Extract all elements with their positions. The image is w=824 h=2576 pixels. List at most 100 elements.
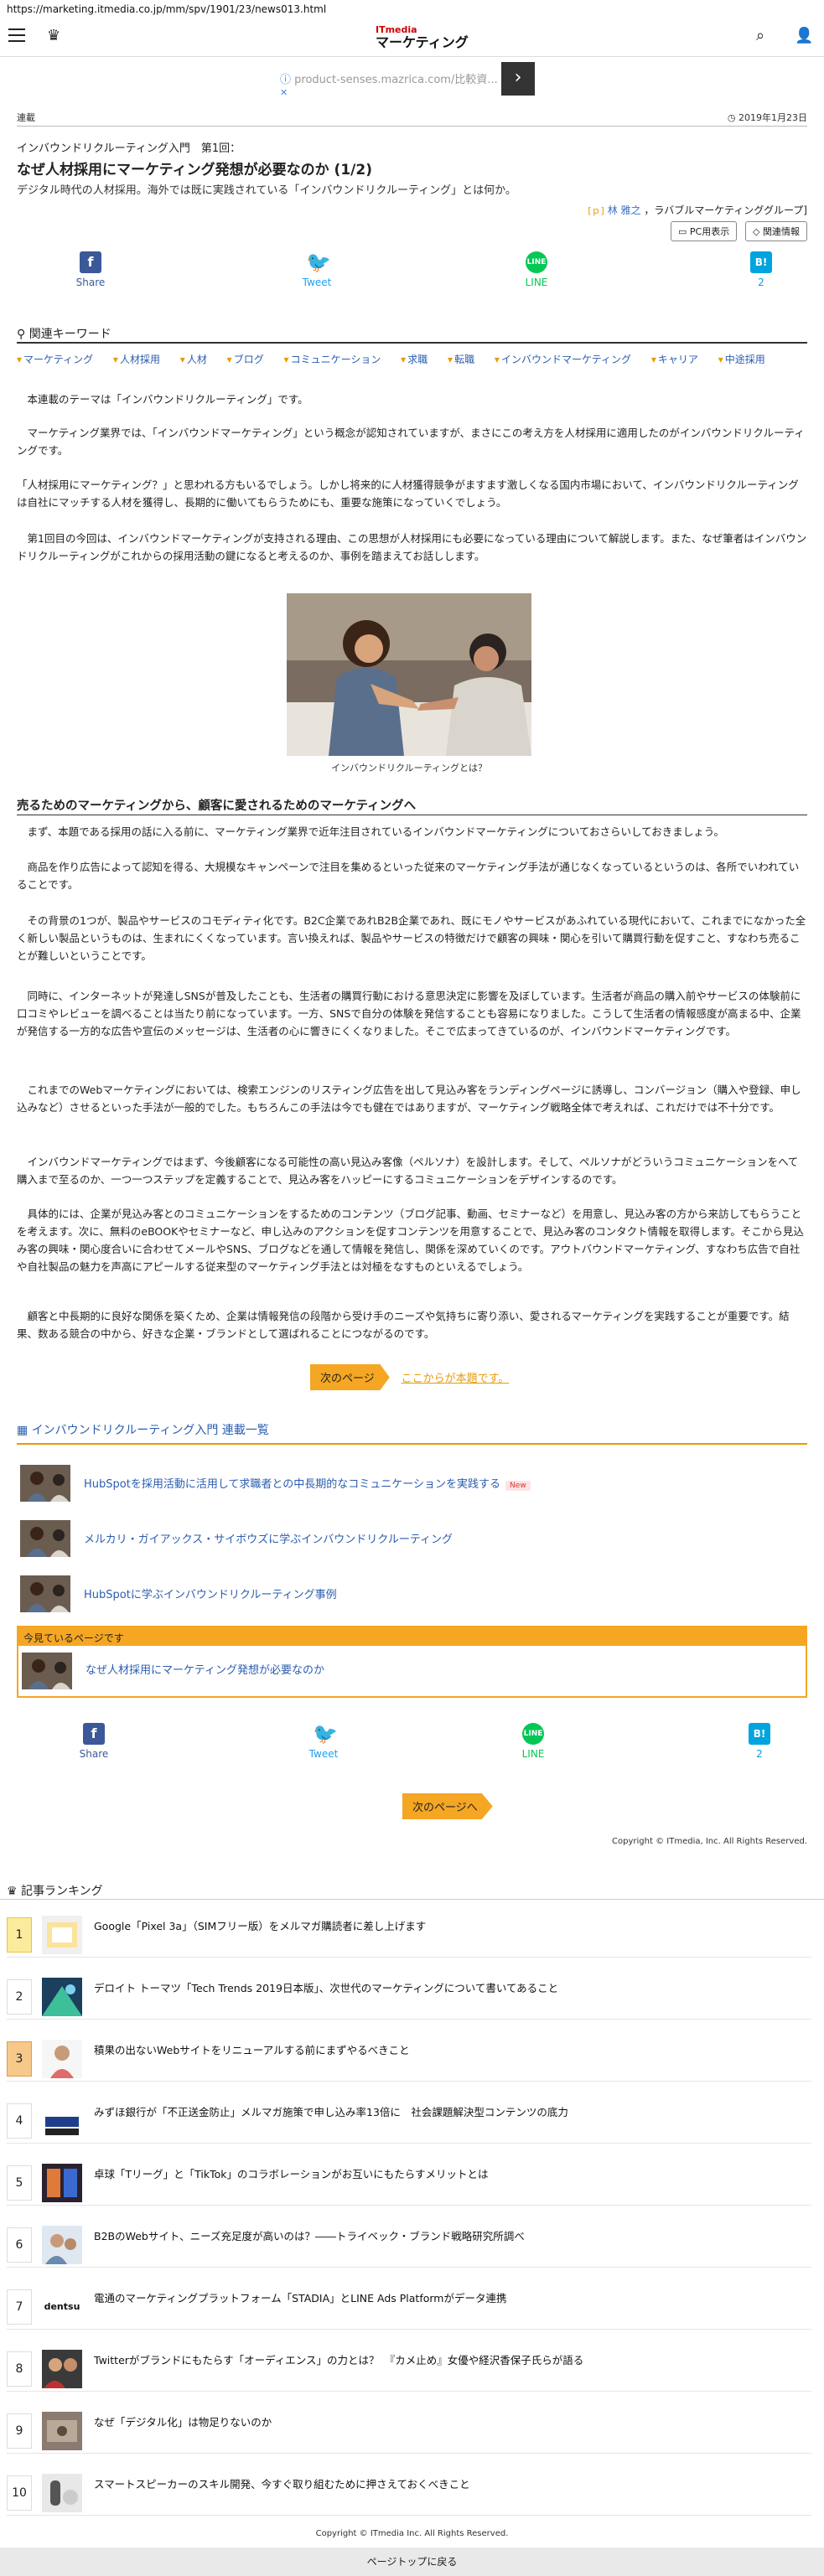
- keyword-link[interactable]: ▾ 人材採用: [113, 354, 168, 365]
- series-thumbnail: [20, 1575, 70, 1612]
- back-to-top-button[interactable]: ページトップに戻る: [0, 2548, 824, 2576]
- hatena-count: 2: [756, 1748, 763, 1760]
- keyword-link[interactable]: ▾ 人材: [180, 354, 215, 365]
- line-share[interactable]: LINE LINE: [500, 1723, 567, 1760]
- crown-icon: ♛: [7, 1885, 18, 1898]
- author-name[interactable]: 林 雅之: [608, 204, 641, 216]
- keyword-text: 求職: [407, 354, 428, 365]
- rank-title[interactable]: B2BのWebサイト、ニーズ充足度が高いのは？――トライベック・ブランド戦略研究…: [94, 2227, 798, 2243]
- keyword-link[interactable]: ▾ コミュニケーション: [284, 354, 390, 365]
- rank-title[interactable]: なぜ「デジタル化」は物足りないのか: [94, 2413, 798, 2429]
- twitter-share[interactable]: 🐦 Tweet: [290, 1723, 357, 1760]
- dentsu-logo: dentsu: [42, 2288, 82, 2326]
- ranking-item[interactable]: 10 スマートスピーカーのスキル開発、今すぐ取り組むために押さえておくべきこと: [7, 2469, 811, 2516]
- ad-text[interactable]: ⓘ product-senses.mazrica.com/比較資...: [280, 70, 498, 86]
- hatena-share[interactable]: B! 2: [728, 251, 795, 288]
- twitter-label: Tweet: [308, 1748, 339, 1760]
- ranking-item[interactable]: 4 みずほ銀行が「不正送金防止」メルマガ施策で申し込み率13倍に 社会課題解決型…: [7, 2097, 811, 2144]
- ranking-title: 記事ランキング: [21, 1885, 103, 1898]
- hatena-icon: B!: [750, 251, 772, 273]
- rank-title[interactable]: 卓球「Tリーグ」と「TikTok」のコラボレーションがお互いにもたらすメリットと…: [94, 2165, 798, 2181]
- hatena-share[interactable]: B! 2: [726, 1723, 793, 1760]
- related-info-button[interactable]: ◇ 関連情報: [745, 221, 807, 241]
- facebook-icon: f: [80, 251, 101, 273]
- body-paragraph: これまでのWebマーケティングにおいては、検索エンジンのリスティング広告を出して…: [17, 1084, 801, 1114]
- rank-title[interactable]: デロイト トーマツ「Tech Trends 2019日本版」、次世代のマーケティ…: [94, 1979, 798, 1995]
- keyword-link[interactable]: ▾ 中途採用: [718, 354, 774, 365]
- series-item-current[interactable]: なぜ人材採用にマーケティング発想が必要なのか: [22, 1653, 776, 1694]
- ad-arrow-icon[interactable]: ›: [501, 62, 535, 96]
- rank-title[interactable]: Twitterがブランドにもたらす「オーディエンス」の力とは？ 『カメ止め』女優…: [94, 2351, 798, 2367]
- rank-number: 10: [7, 2475, 32, 2511]
- series-item[interactable]: メルカリ・ガイアックス・サイボウズに学ぶインバウンドリクルーティング: [20, 1520, 791, 1562]
- ad-banner[interactable]: ⓘ product-senses.mazrica.com/比較資... ✕ ›: [273, 62, 535, 99]
- series-list-title: インバウンドリクルーティング入門 連載一覧: [31, 1424, 269, 1437]
- ranking-item[interactable]: 3 積果の出ないWebサイトをリニューアルする前にまずやるべきこと: [7, 2035, 811, 2082]
- keyword-text: 転職: [454, 354, 475, 365]
- user-icon[interactable]: 👤: [795, 27, 813, 44]
- keyword-link[interactable]: ▾ キャリア: [651, 354, 707, 365]
- rank-title[interactable]: 積果の出ないWebサイトをリニューアルする前にまずやるべきこと: [94, 2041, 798, 2057]
- pin-icon: ▾: [650, 354, 656, 365]
- key-icon: ⚲: [17, 328, 26, 341]
- ranking-item[interactable]: 7 dentsu 電通のマーケティングプラットフォーム「STADIA」とLINE…: [7, 2283, 811, 2330]
- site-logo[interactable]: ITmedia マーケティング: [376, 25, 469, 50]
- line-label: LINE: [525, 277, 548, 288]
- ranking-item[interactable]: 5 卓球「Tリーグ」と「TikTok」のコラボレーションがお互いにもたらすメリッ…: [7, 2159, 811, 2206]
- rank-number: 3: [7, 2041, 32, 2077]
- menu-icon[interactable]: [8, 28, 25, 42]
- line-icon: LINE: [522, 1723, 544, 1745]
- next-page-button[interactable]: 次のページへ: [402, 1793, 493, 1819]
- crown-icon[interactable]: ♛: [47, 27, 60, 44]
- pin-icon: ▾: [448, 354, 453, 365]
- body-paragraph: 本連載のテーマは「インバウンドリクルーティング」です。: [27, 393, 308, 406]
- logo-marketing: マーケティング: [376, 34, 469, 50]
- keyword-link[interactable]: ▾ 求職: [401, 354, 436, 365]
- keyword-link[interactable]: ▾ 転職: [448, 354, 483, 365]
- next-page-button[interactable]: 次のページ: [310, 1364, 390, 1390]
- ranking-item[interactable]: 8 Twitterがブランドにもたらす「オーディエンス」の力とは？ 『カメ止め』…: [7, 2345, 811, 2392]
- twitter-share[interactable]: 🐦 Tweet: [283, 251, 350, 288]
- keyword-link[interactable]: ▾ ブログ: [227, 354, 272, 365]
- rank-thumbnail: [42, 2226, 82, 2264]
- facebook-share[interactable]: f Share: [60, 1723, 127, 1760]
- rank-title[interactable]: みずほ銀行が「不正送金防止」メルマガ施策で申し込み率13倍に 社会課題解決型コン…: [94, 2103, 798, 2119]
- series-item-link[interactable]: メルカリ・ガイアックス・サイボウズに学ぶインバウンドリクルーティング: [84, 1530, 453, 1546]
- search-icon[interactable]: ⌕: [756, 27, 764, 44]
- keyword-text: 人材採用: [119, 354, 160, 365]
- diamond-icon: ◇: [753, 226, 760, 237]
- series-item[interactable]: HubSpotを採用活動に活用して求職者との中長期的なコミュニケーションを実践す…: [20, 1465, 791, 1507]
- series-list-heading: ▦ インバウンドリクルーティング入門 連載一覧: [17, 1421, 269, 1438]
- rank-title[interactable]: スマートスピーカーのスキル開発、今すぐ取り組むために押さえておくべきこと: [94, 2475, 798, 2491]
- ranking-item[interactable]: 1 Google「Pixel 3a」（SIMフリー版）をメルマガ購読者に差し上げ…: [7, 1911, 811, 1958]
- pin-icon: ▾: [179, 354, 185, 365]
- ranking-item[interactable]: 2 デロイト トーマツ「Tech Trends 2019日本版」、次世代のマーケ…: [7, 1973, 811, 2020]
- ranking-item[interactable]: 6 B2BのWebサイト、ニーズ充足度が高いのは？――トライベック・ブランド戦略…: [7, 2221, 811, 2268]
- keyword-text: インバウンドマーケティング: [500, 354, 631, 365]
- series-item-link[interactable]: HubSpotを採用活動に活用して求職者との中長期的なコミュニケーションを実践す…: [84, 1475, 531, 1491]
- body-paragraph: 顧客と中長期的に良好な関係を築くため、企業は情報発信の段階から受け手のニーズや気…: [17, 1310, 790, 1340]
- divider: [17, 126, 807, 127]
- publish-date: ◷ 2019年1月23日: [728, 111, 807, 124]
- rank-title[interactable]: 電通のマーケティングプラットフォーム「STADIA」とLINE Ads Plat…: [94, 2289, 798, 2305]
- keyword-link[interactable]: ▾ インバウンドマーケティング: [495, 354, 640, 365]
- share-bar-bottom: f Share 🐦 Tweet LINE LINE B! 2: [17, 1723, 807, 1770]
- facebook-share[interactable]: f Share: [57, 251, 124, 288]
- series-item-link[interactable]: HubSpotに学ぶインバウンドリクルーティング事例: [84, 1585, 337, 1601]
- keyword-link[interactable]: ▾ マーケティング: [17, 354, 101, 365]
- browser-url[interactable]: https://marketing.itmedia.co.jp/mm/spv/1…: [0, 0, 824, 18]
- line-share[interactable]: LINE LINE: [503, 251, 570, 288]
- next-page-link[interactable]: ここからが本題です。: [402, 1369, 510, 1385]
- pc-view-button[interactable]: ▭ PC用表示: [670, 221, 738, 241]
- ranking-item[interactable]: 9 なぜ「デジタル化」は物足りないのか: [7, 2407, 811, 2454]
- body-paragraph: まず、本題である採用の話に入る前に、マーケティング業界で近年注目されているインバ…: [27, 825, 725, 838]
- rank-thumbnail: [42, 2164, 82, 2202]
- series-item[interactable]: HubSpotに学ぶインバウンドリクルーティング事例: [20, 1575, 791, 1617]
- keywords-heading: ⚲ 関連キーワード: [17, 325, 111, 342]
- author-org: ，ラバブルマーケティンググループ]: [644, 204, 807, 216]
- body-paragraph: 第1回目の今回は、インバウンドマーケティングが支持される理由、この思想が人材採用…: [17, 532, 807, 562]
- ad-close-icon[interactable]: ✕: [280, 87, 288, 98]
- current-page-title[interactable]: なぜ人材採用にマーケティング発想が必要なのか: [86, 1661, 324, 1677]
- article-meta: 連載 ◷ 2019年1月23日: [17, 111, 807, 124]
- rank-title[interactable]: Google「Pixel 3a」（SIMフリー版）をメルマガ購読者に差し上げます: [94, 1917, 798, 1933]
